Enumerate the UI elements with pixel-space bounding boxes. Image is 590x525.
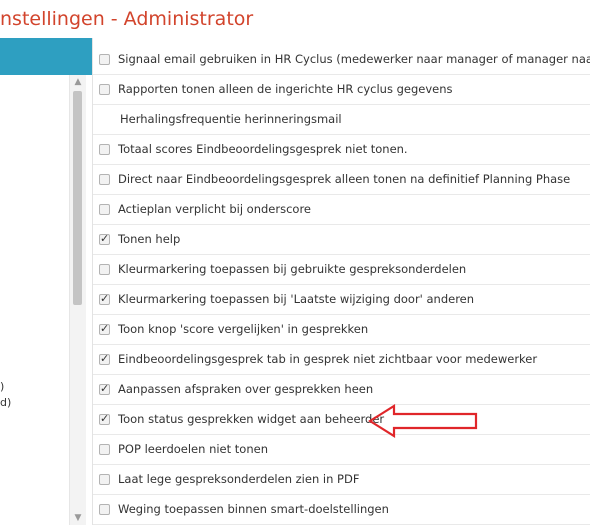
left-panel-text: ) (0, 380, 5, 393)
settings-window: nstellingen - Administrator ) d) ▲ ▼ Sig… (0, 0, 590, 525)
setting-row[interactable]: Weging toepassen binnen smart-doelstelli… (93, 495, 590, 525)
setting-checkbox[interactable] (99, 84, 110, 95)
setting-checkbox[interactable] (99, 292, 110, 305)
setting-checkbox[interactable] (99, 264, 110, 275)
setting-row[interactable]: Toon knop 'score vergelijken' in gesprek… (93, 315, 590, 345)
setting-label: Tonen help (118, 232, 181, 246)
setting-row[interactable]: Rapporten tonen alleen de ingerichte HR … (93, 75, 590, 105)
setting-row[interactable]: Totaal scores Eindbeoordelingsgesprek ni… (93, 135, 590, 165)
scroll-up-icon[interactable]: ▲ (72, 77, 84, 87)
setting-row[interactable]: Aanpassen afspraken over gesprekken heen (93, 375, 590, 405)
setting-row[interactable]: Kleurmarkering toepassen bij gebruikte g… (93, 255, 590, 285)
setting-checkbox[interactable] (99, 204, 110, 215)
scroll-thumb[interactable] (73, 91, 82, 305)
setting-label: POP leerdoelen niet tonen (118, 442, 268, 456)
setting-checkbox[interactable] (99, 412, 110, 425)
setting-label: Aanpassen afspraken over gesprekken heen (118, 382, 374, 396)
setting-label: Kleurmarkering toepassen bij gebruikte g… (118, 262, 467, 276)
setting-label: Actieplan verplicht bij onderscore (118, 202, 312, 216)
setting-checkbox[interactable] (99, 54, 110, 65)
setting-label: Toon knop 'score vergelijken' in gesprek… (118, 322, 369, 336)
left-scrollbar[interactable]: ▲ ▼ (69, 75, 86, 525)
setting-row[interactable]: Signaal email gebruiken in HR Cyclus (me… (93, 45, 590, 75)
setting-row[interactable]: Kleurmarkering toepassen bij 'Laatste wi… (93, 285, 590, 315)
setting-checkbox[interactable] (99, 174, 110, 185)
setting-label: Eindbeoordelingsgesprek tab in gesprek n… (118, 352, 538, 366)
setting-row[interactable]: Laat lege gespreksonderdelen zien in PDF (93, 465, 590, 495)
setting-label: Kleurmarkering toepassen bij 'Laatste wi… (118, 292, 475, 306)
setting-row: Herhalingsfrequentie herinneringsmail (93, 105, 590, 135)
settings-list: Signaal email gebruiken in HR Cyclus (me… (93, 38, 590, 525)
setting-checkbox[interactable] (99, 504, 110, 515)
setting-checkbox[interactable] (99, 232, 110, 245)
setting-row[interactable]: Eindbeoordelingsgesprek tab in gesprek n… (93, 345, 590, 375)
left-panel-text: d) (0, 396, 12, 409)
red-arrow-annotation (368, 404, 478, 438)
setting-checkbox[interactable] (99, 382, 110, 395)
setting-label: Toon status gesprekken widget aan beheer… (118, 412, 385, 426)
setting-label: Totaal scores Eindbeoordelingsgesprek ni… (118, 142, 408, 156)
setting-label: Signaal email gebruiken in HR Cyclus (me… (118, 52, 590, 66)
setting-row[interactable]: Direct naar Eindbeoordelingsgesprek alle… (93, 165, 590, 195)
scroll-down-icon[interactable]: ▼ (72, 513, 84, 523)
left-panel-header (0, 38, 92, 75)
setting-row[interactable]: Tonen help (93, 225, 590, 255)
setting-checkbox[interactable] (99, 322, 110, 335)
setting-checkbox[interactable] (99, 474, 110, 485)
setting-row[interactable]: Toon status gesprekken widget aan beheer… (93, 405, 590, 435)
setting-checkbox[interactable] (99, 352, 110, 365)
setting-label: Herhalingsfrequentie herinneringsmail (120, 112, 342, 126)
setting-label: Direct naar Eindbeoordelingsgesprek alle… (118, 172, 571, 186)
setting-label: Weging toepassen binnen smart-doelstelli… (118, 502, 389, 516)
setting-label: Laat lege gespreksonderdelen zien in PDF (118, 472, 360, 486)
setting-row[interactable]: POP leerdoelen niet tonen (93, 435, 590, 465)
setting-checkbox[interactable] (99, 144, 110, 155)
page-title: nstellingen - Administrator (0, 8, 254, 30)
red-arrow-shape (368, 404, 478, 438)
setting-checkbox[interactable] (99, 444, 110, 455)
setting-row[interactable]: Actieplan verplicht bij onderscore (93, 195, 590, 225)
setting-label: Rapporten tonen alleen de ingerichte HR … (118, 82, 453, 96)
